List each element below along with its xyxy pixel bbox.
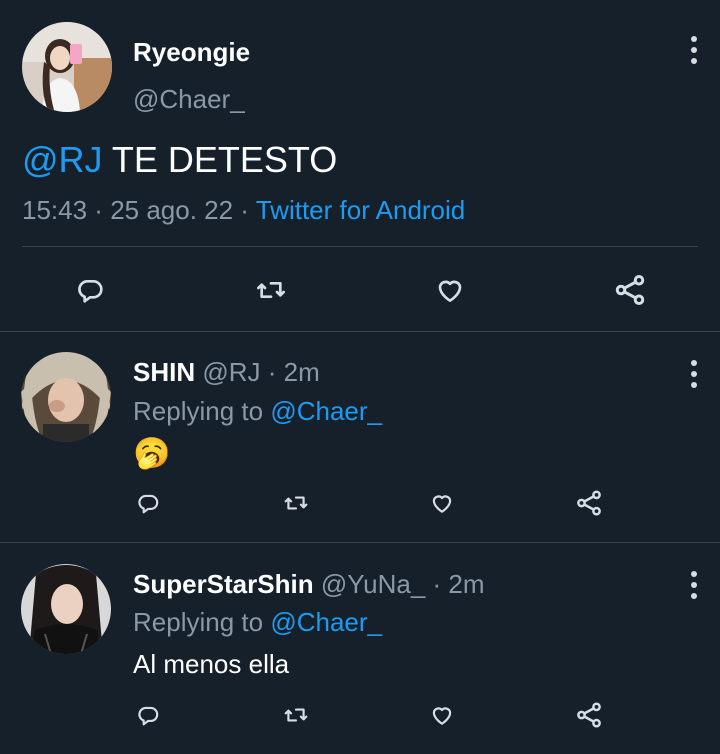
share-button[interactable] <box>610 270 650 310</box>
avatar[interactable] <box>22 22 112 112</box>
avatar-image <box>21 352 111 442</box>
retweet-icon <box>284 708 308 722</box>
share-button[interactable] <box>573 699 605 731</box>
display-name[interactable]: Ryeongie <box>133 37 250 68</box>
reply-header: SuperStarShin @YuNa_ · 2m <box>133 569 485 599</box>
reply-time: 2m <box>448 569 485 599</box>
reply-button[interactable] <box>132 700 164 730</box>
tweet-date: 25 ago. 22 <box>110 195 234 225</box>
reply-icon <box>78 280 103 303</box>
replying-to: Replying to @Chaer_ <box>133 396 382 426</box>
more-vertical-icon <box>691 571 697 577</box>
reply-icon <box>138 706 159 726</box>
reply-icon <box>138 494 159 514</box>
handle[interactable]: @YuNa_ <box>321 569 425 599</box>
avatar[interactable] <box>21 564 111 654</box>
more-menu-button[interactable] <box>689 36 699 64</box>
share-button[interactable] <box>573 487 605 519</box>
avatar-image <box>21 564 111 654</box>
reply-time: 2m <box>283 357 320 387</box>
retweet-icon <box>257 282 285 298</box>
tweet-body: TE DETESTO <box>102 139 338 180</box>
like-button[interactable] <box>426 700 458 730</box>
retweet-icon <box>284 496 308 510</box>
heart-icon <box>432 495 452 513</box>
share-icon <box>577 490 601 516</box>
display-name[interactable]: SHIN <box>133 357 195 387</box>
more-menu-button[interactable] <box>689 571 699 599</box>
retweet-button[interactable] <box>279 488 313 518</box>
tweet-meta: 15:43 · 25 ago. 22 · Twitter for Android <box>22 195 466 225</box>
heart-icon <box>432 707 452 725</box>
replying-to-link[interactable]: @Chaer_ <box>270 396 382 426</box>
replying-to: Replying to @Chaer_ <box>133 607 382 637</box>
meta-divider <box>22 246 698 247</box>
share-icon <box>615 275 645 305</box>
retweet-button[interactable] <box>279 700 313 730</box>
handle[interactable]: @RJ <box>202 357 260 387</box>
divider <box>0 331 720 332</box>
heart-icon <box>438 280 462 302</box>
display-name[interactable]: SuperStarShin <box>133 569 314 599</box>
reply-text: 🥱 <box>133 437 171 470</box>
reply-text: Al menos ella <box>133 649 290 679</box>
tweet-text: @RJ TE DETESTO <box>22 139 337 181</box>
like-button[interactable] <box>430 272 470 308</box>
reply-header: SHIN @RJ · 2m <box>133 357 320 387</box>
like-button[interactable] <box>426 488 458 518</box>
reply-button[interactable] <box>132 488 164 518</box>
mention-link[interactable]: @RJ <box>22 139 103 180</box>
reply-button[interactable] <box>70 272 110 308</box>
tweet-source[interactable]: Twitter for Android <box>256 195 466 225</box>
avatar[interactable] <box>21 352 111 442</box>
tweet-time: 15:43 <box>22 195 88 225</box>
retweet-button[interactable] <box>250 272 292 308</box>
divider <box>0 542 720 543</box>
share-icon <box>577 702 601 728</box>
more-vertical-icon <box>691 36 697 42</box>
more-vertical-icon <box>691 360 697 366</box>
handle[interactable]: @Chaer_ <box>133 84 245 115</box>
replying-to-link[interactable]: @Chaer_ <box>270 607 382 637</box>
more-menu-button[interactable] <box>689 360 699 388</box>
avatar-image <box>22 22 112 112</box>
